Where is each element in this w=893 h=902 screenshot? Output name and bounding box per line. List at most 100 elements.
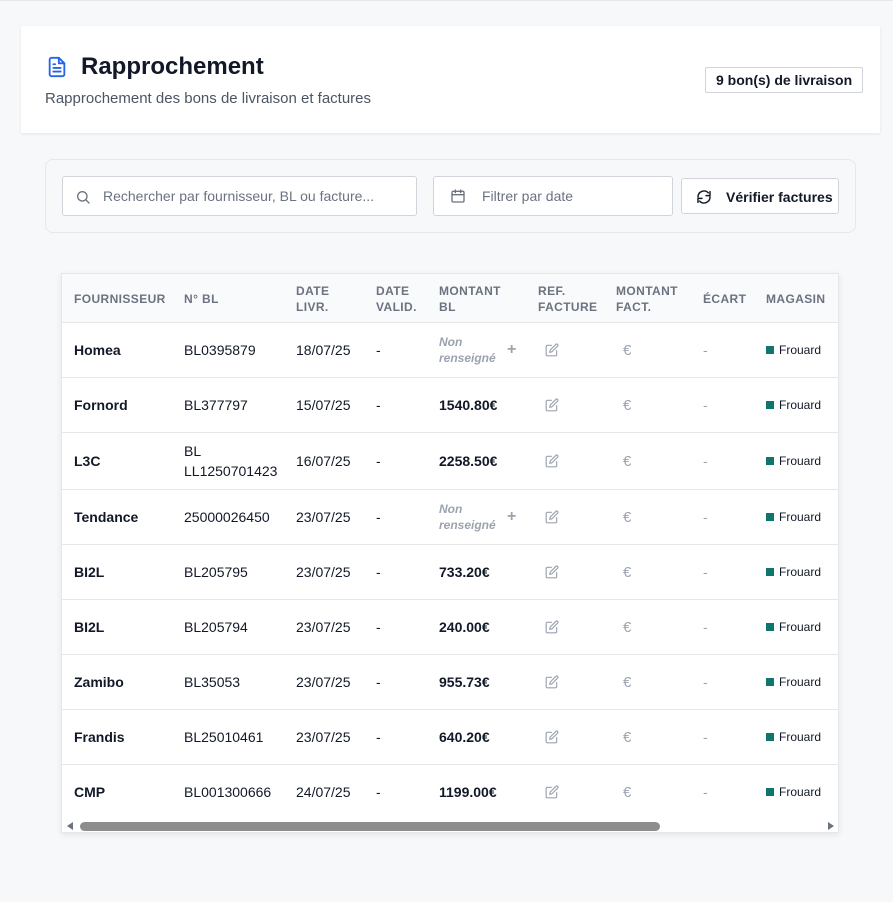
- scroll-right-arrow-icon[interactable]: [828, 822, 834, 830]
- invoice-amount-cell[interactable]: €: [623, 378, 631, 432]
- edit-invoice-ref-icon[interactable]: [545, 620, 559, 634]
- invoice-amount-cell[interactable]: €: [623, 545, 631, 599]
- table-row[interactable]: Zamibo BL35053 23/07/25 - 955.73€ € - Frouard: [62, 655, 838, 710]
- gap-cell: -: [703, 453, 708, 469]
- edit-invoice-ref-icon[interactable]: [545, 343, 559, 357]
- table-row[interactable]: Frandis BL25010461 23/07/25 - 640.20€ € - Froua…: [62, 710, 838, 765]
- date-filter-input[interactable]: [482, 177, 662, 215]
- table-row[interactable]: BI2L BL205795 23/07/25 - 733.20€ € - Frouard: [62, 545, 838, 600]
- bl-number-cell: BL LL1250701423: [184, 443, 278, 479]
- table-row[interactable]: Homea BL0395879 18/07/25 - Non renseigné + € - Fr…: [62, 323, 838, 378]
- search-input[interactable]: [103, 177, 408, 215]
- edit-invoice-ref-icon[interactable]: [545, 675, 559, 689]
- add-amount-plus-icon[interactable]: +: [507, 341, 516, 359]
- store-name: Frouard: [779, 785, 822, 799]
- invoice-amount-cell[interactable]: €: [623, 490, 631, 544]
- verify-invoices-button[interactable]: Vérifier factures: [681, 178, 839, 214]
- euro-icon[interactable]: €: [623, 784, 631, 801]
- store-cell: Frouard: [766, 710, 821, 764]
- invoice-ref-cell[interactable]: [545, 765, 559, 819]
- invoice-ref-cell[interactable]: [545, 433, 559, 489]
- euro-icon[interactable]: €: [623, 453, 631, 470]
- table-row[interactable]: BI2L BL205794 23/07/25 - 240.00€ € - Frouard: [62, 600, 838, 655]
- refresh-icon: [697, 190, 711, 204]
- store-cell: Frouard: [766, 378, 821, 432]
- validation-date-cell: -: [376, 509, 381, 525]
- euro-icon[interactable]: €: [623, 564, 631, 581]
- supplier-cell: Frandis: [74, 729, 125, 745]
- bl-number-cell: 25000026450: [184, 509, 270, 525]
- edit-invoice-ref-icon[interactable]: [545, 785, 559, 799]
- bl-amount-cell: 2258.50€: [439, 453, 498, 469]
- delivery-count-badge: 9 bon(s) de livraison: [705, 67, 864, 93]
- edit-invoice-ref-icon[interactable]: [545, 398, 559, 412]
- edit-invoice-ref-icon[interactable]: [545, 510, 559, 524]
- validation-date-cell: -: [376, 564, 381, 580]
- gap-cell: -: [703, 784, 708, 800]
- store-badge: Frouard: [766, 675, 821, 689]
- store-color-icon: [766, 401, 774, 409]
- store-cell: Frouard: [766, 323, 821, 377]
- invoice-amount-cell[interactable]: €: [623, 600, 631, 654]
- invoice-ref-cell[interactable]: [545, 378, 559, 432]
- bl-number-cell: BL205795: [184, 564, 248, 580]
- store-badge: Frouard: [766, 620, 821, 634]
- edit-invoice-ref-icon[interactable]: [545, 565, 559, 579]
- store-badge: Frouard: [766, 398, 821, 412]
- invoice-ref-cell[interactable]: [545, 490, 559, 544]
- store-name: Frouard: [779, 675, 822, 689]
- store-cell: Frouard: [766, 545, 821, 599]
- invoice-ref-cell[interactable]: [545, 600, 559, 654]
- euro-icon[interactable]: €: [623, 397, 631, 414]
- invoice-amount-cell[interactable]: €: [623, 710, 631, 764]
- invoice-ref-cell[interactable]: [545, 545, 559, 599]
- horizontal-scrollbar[interactable]: [62, 819, 838, 832]
- gap-cell: -: [703, 619, 708, 635]
- supplier-cell: BI2L: [74, 619, 105, 635]
- euro-icon[interactable]: €: [623, 619, 631, 636]
- bl-amount-cell[interactable]: Non renseigné +: [439, 490, 529, 544]
- bl-amount-cell[interactable]: Non renseigné +: [439, 323, 529, 377]
- top-border: [0, 0, 893, 2]
- table-row[interactable]: Tendance 25000026450 23/07/25 - Non renseigné…: [62, 490, 838, 545]
- column-header: MONTANT FACT.: [616, 283, 678, 314]
- bl-amount-cell: 955.73€: [439, 674, 490, 690]
- bl-amount-cell: 733.20€: [439, 564, 490, 580]
- store-name: Frouard: [779, 620, 822, 634]
- invoice-amount-cell[interactable]: €: [623, 323, 631, 377]
- invoice-amount-cell[interactable]: €: [623, 433, 631, 489]
- edit-invoice-ref-icon[interactable]: [545, 730, 559, 744]
- gap-cell: -: [703, 397, 708, 413]
- euro-icon[interactable]: €: [623, 674, 631, 691]
- column-header: N° BL: [184, 291, 219, 306]
- search-box[interactable]: [62, 176, 417, 216]
- scroll-thumb[interactable]: [80, 822, 660, 831]
- store-color-icon: [766, 346, 774, 354]
- table-row[interactable]: CMP BL001300666 24/07/25 - 1199.00€ € - Frouard: [62, 765, 838, 820]
- delivery-date-cell: 23/07/25: [296, 509, 351, 525]
- verify-invoices-label: Vérifier factures: [726, 189, 833, 205]
- invoice-ref-cell[interactable]: [545, 710, 559, 764]
- edit-invoice-ref-icon[interactable]: [545, 454, 559, 468]
- invoice-ref-cell[interactable]: [545, 655, 559, 709]
- store-badge: Frouard: [766, 454, 821, 468]
- invoice-amount-cell[interactable]: €: [623, 655, 631, 709]
- date-filter[interactable]: [433, 176, 673, 216]
- euro-icon[interactable]: €: [623, 342, 631, 359]
- delivery-date-cell: 18/07/25: [296, 342, 351, 358]
- bl-number-cell: BL35053: [184, 674, 241, 690]
- table-row[interactable]: L3C BL LL1250701423 16/07/25 - 2258.50€ € - Frou…: [62, 433, 838, 490]
- invoice-ref-cell[interactable]: [545, 323, 559, 377]
- table-row[interactable]: Fornord BL377797 15/07/25 - 1540.80€ € - Frouar…: [62, 378, 838, 433]
- euro-icon[interactable]: €: [623, 509, 631, 526]
- supplier-cell: Fornord: [74, 397, 128, 413]
- store-name: Frouard: [779, 398, 822, 412]
- bl-amount-cell: 240.00€: [439, 619, 490, 635]
- scroll-left-arrow-icon[interactable]: [67, 822, 73, 830]
- store-color-icon: [766, 568, 774, 576]
- bl-amount-cell: 640.20€: [439, 729, 490, 745]
- invoice-amount-cell[interactable]: €: [623, 765, 631, 819]
- store-color-icon: [766, 623, 774, 631]
- euro-icon[interactable]: €: [623, 729, 631, 746]
- add-amount-plus-icon[interactable]: +: [507, 508, 516, 526]
